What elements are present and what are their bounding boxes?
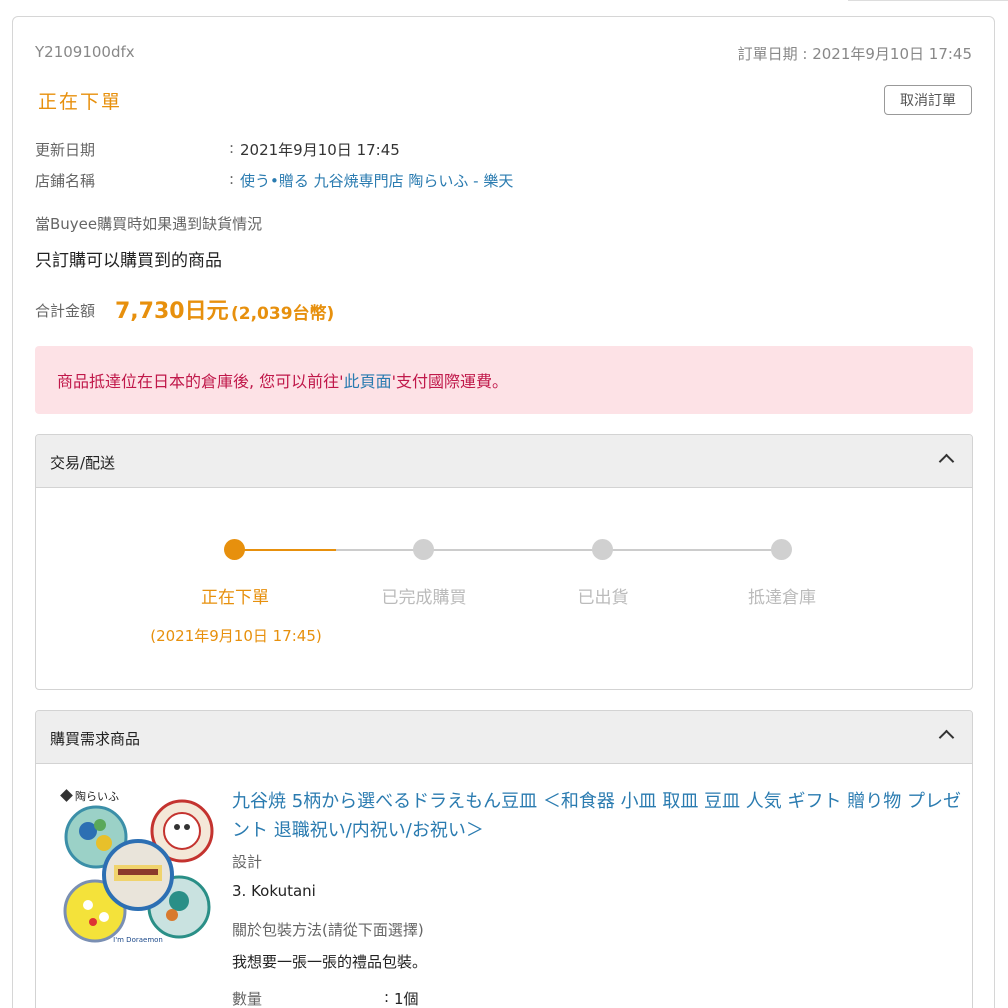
order-status: 正在下單 [38, 91, 123, 113]
step-label-purchased: 已完成購買 [381, 588, 467, 608]
design-value: 3. Kokutani [232, 882, 316, 900]
order-id: Y2109100dfx [35, 43, 135, 61]
total-twd: (2,039台幣) [231, 304, 335, 324]
items-panel-title: 購買需求商品 [50, 730, 141, 748]
step-date-ordering: (2021年9月10日 17:45) [150, 627, 322, 645]
quantity-label: 數量 [232, 990, 263, 1008]
shortage-label: 當Buyee購買時如果遇到缺貨情況 [35, 215, 263, 233]
step-label-ordering: 正在下單 [201, 588, 269, 608]
product-title-link[interactable]: 九谷焼 5柄から選べるドラえもん豆皿 ＜和食器 小皿 取皿 豆皿 人気 ギフト … [232, 787, 962, 845]
colon: : [229, 139, 235, 157]
colon: : [229, 170, 235, 188]
step-dot-ordering [224, 539, 245, 560]
items-panel: 購買需求商品 陶らいふ I'm Doraemon 九谷焼 5柄から選べるドラえも… [35, 710, 973, 1008]
trade-panel-title: 交易/配送 [50, 454, 116, 472]
step-label-arrived: 抵達倉庫 [748, 588, 816, 608]
shop-name-label: 店鋪名稱 [35, 172, 96, 190]
items-panel-header[interactable]: 購買需求商品 [36, 711, 972, 764]
update-date-value: 2021年9月10日 17:45 [240, 141, 400, 159]
wrap-label: 關於包裝方法(請從下面選擇) [232, 921, 424, 939]
total-label: 合計金額 [35, 302, 96, 320]
step-dot-shipped [592, 539, 613, 560]
update-date-label: 更新日期 [35, 141, 96, 159]
colon: : [384, 988, 390, 1006]
shortage-value: 只訂購可以購買到的商品 [35, 251, 222, 271]
image-brand-text: 陶らいふ [75, 789, 119, 803]
top-divider [848, 0, 1008, 1]
order-card: Y2109100dfx 訂單日期 : 2021年9月10日 17:45 正在下單… [12, 16, 995, 1008]
alert-text-after: '支付國際運費。 [391, 372, 508, 391]
quantity-value: 1個 [394, 990, 419, 1008]
order-date: 訂單日期 : 2021年9月10日 17:45 [737, 45, 972, 63]
total-amount: 7,730日元 [115, 299, 229, 324]
step-dot-purchased [413, 539, 434, 560]
trade-panel-header[interactable]: 交易/配送 [36, 435, 972, 488]
chevron-up-icon[interactable] [938, 453, 955, 470]
wrap-value: 我想要一張一張的禮品包裝。 [232, 953, 428, 971]
alert-link[interactable]: 此頁面 [344, 372, 392, 391]
step-dot-arrived [771, 539, 792, 560]
product-image[interactable]: 陶らいふ I'm Doraemon [58, 787, 218, 955]
step-label-shipped: 已出貨 [577, 588, 629, 608]
design-label: 設計 [232, 853, 263, 871]
image-caption-text: I'm Doraemon [113, 936, 163, 944]
shipping-alert: 商品抵達位在日本的倉庫後, 您可以前往'此頁面'支付國際運費。 [35, 346, 973, 414]
chevron-up-icon[interactable] [938, 729, 955, 746]
cancel-order-button[interactable]: 取消訂單 [884, 85, 972, 115]
trade-panel: 交易/配送 正在下單 已完成購買 已出貨 抵達倉庫 (2021年9月10日 17… [35, 434, 973, 690]
shop-name-link[interactable]: 使う•贈る 九谷焼専門店 陶らいふ - 樂天 [240, 170, 513, 191]
alert-text-before: 商品抵達位在日本的倉庫後, 您可以前往' [57, 372, 344, 391]
